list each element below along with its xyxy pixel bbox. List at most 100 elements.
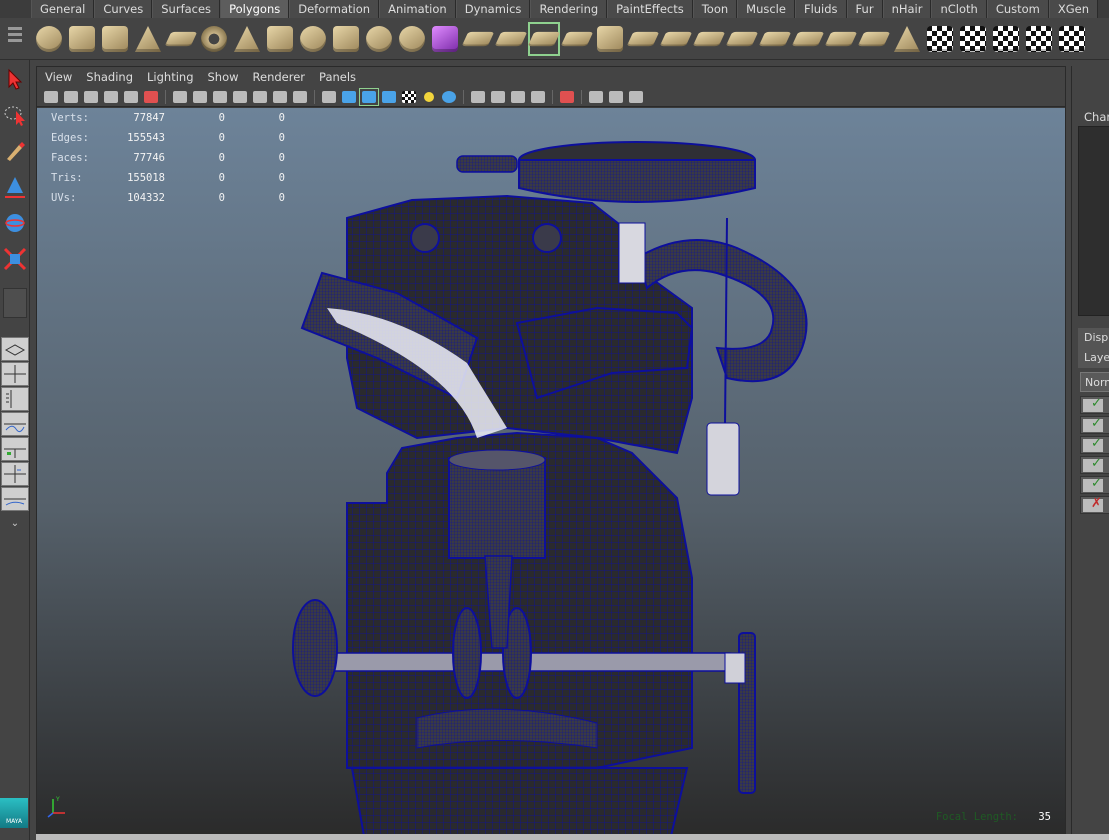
channel-box-title[interactable]: Chan [1084,110,1109,124]
shelf-tab-rendering[interactable]: Rendering [530,0,608,18]
last-tool-icon[interactable] [1,286,29,320]
depth-of-field-icon[interactable] [528,88,548,106]
poly-split-icon[interactable] [527,22,561,56]
2d-pan-zoom-icon[interactable] [121,88,141,106]
layer-visible-icon[interactable] [1083,456,1103,472]
layer-menu-tab[interactable]: Laye [1078,348,1109,368]
textured-icon[interactable] [399,88,419,106]
poly-triangulate-icon[interactable] [791,22,825,56]
layout-menu-chevron-icon[interactable]: ⌄ [1,513,29,533]
layer-visible-icon[interactable] [1083,396,1103,412]
move-tool-icon[interactable] [1,170,29,204]
image-plane-icon[interactable] [101,88,121,106]
poly-collapse-icon[interactable] [758,22,792,56]
shelf-tab-animation[interactable]: Animation [379,0,456,18]
gate-mask-icon[interactable] [230,88,250,106]
poly-sculpt-icon[interactable] [891,22,923,56]
poly-extrude-icon[interactable] [494,22,528,56]
uv-spherical-icon[interactable] [990,22,1022,56]
scale-tool-icon[interactable] [1,242,29,276]
field-chart-icon[interactable] [250,88,270,106]
poly-combine-icon[interactable] [330,22,362,56]
four-view-layout-icon[interactable] [1,362,29,386]
layer-row[interactable] [1080,436,1109,454]
uv-cylindrical-icon[interactable] [957,22,989,56]
resolution-gate-icon[interactable] [210,88,230,106]
poly-soccer-ball-icon[interactable] [297,22,329,56]
perspective-viewport[interactable]: Verts: 77847 0 0 Edges: 155543 0 0 Faces: 77746 0 0… [37,108,1065,839]
default-material-icon[interactable] [379,88,399,106]
shelf-tab-general[interactable]: General [31,0,95,18]
shelf-tab-surfaces[interactable]: Surfaces [152,0,221,18]
panel-menu-lighting[interactable]: Lighting [147,70,193,84]
poly-fill-hole-icon[interactable] [626,22,660,56]
shelf-tab-toon[interactable]: Toon [692,0,738,18]
panel-menu-shading[interactable]: Shading [86,70,133,84]
poly-cube-icon[interactable] [66,22,98,56]
poly-bridge-icon[interactable] [461,22,495,56]
persp-outliner-layout-icon[interactable] [1,387,29,411]
shelf-menu-icon[interactable] [4,24,26,56]
poly-wedge-icon[interactable] [692,22,726,56]
shelf-tab-curves[interactable]: Curves [94,0,153,18]
poly-bevel-icon[interactable] [594,22,626,56]
select-camera-icon[interactable] [41,88,61,106]
safe-title-icon[interactable] [290,88,310,106]
layer-row[interactable] [1080,496,1109,514]
xray-joints-icon[interactable] [626,88,646,106]
shelf-tab-fluids[interactable]: Fluids [794,0,847,18]
single-view-layout-icon[interactable] [1,337,29,361]
select-tool-icon[interactable] [1,62,29,96]
panel-menu-show[interactable]: Show [208,70,239,84]
persp-uv-layout-icon[interactable] [1,462,29,486]
poly-pyramid-icon[interactable] [231,22,263,56]
uv-automatic-icon[interactable] [1023,22,1055,56]
layer-mode-select[interactable]: Norm [1080,372,1109,392]
paint-select-tool-icon[interactable] [1,134,29,168]
uv-planar-icon[interactable] [924,22,956,56]
shadows-icon[interactable] [439,88,459,106]
shelf-tab-xgen[interactable]: XGen [1048,0,1099,18]
layer-visible-icon[interactable] [1083,436,1103,452]
display-layer-tab[interactable]: Displ [1078,328,1109,348]
layer-row[interactable] [1080,416,1109,434]
lights-icon[interactable] [419,88,439,106]
poly-pipe-icon[interactable] [264,22,296,56]
shelf-tab-deformation[interactable]: Deformation [289,0,380,18]
layer-visible-icon[interactable] [1083,416,1103,432]
xray-active-components-icon[interactable] [606,88,626,106]
poly-reduce-icon[interactable] [857,22,891,56]
layer-row[interactable] [1080,456,1109,474]
motion-blur-icon[interactable] [488,88,508,106]
camera-attributes-icon[interactable] [61,88,81,106]
poly-plane-icon[interactable] [164,22,198,56]
layer-row[interactable] [1080,476,1109,494]
poly-merge-icon[interactable] [560,22,594,56]
panel-menu-view[interactable]: View [45,70,72,84]
shelf-tab-ncloth[interactable]: nCloth [931,0,987,18]
poly-separate-icon[interactable] [363,22,395,56]
film-gate-icon[interactable] [190,88,210,106]
poly-quadrangulate-icon[interactable] [824,22,858,56]
grease-pencil-icon[interactable] [141,88,161,106]
hypershade-layout-icon[interactable] [1,437,29,461]
graph-layout-icon[interactable] [1,487,29,511]
uv-editor-icon[interactable] [1056,22,1088,56]
persp-graph-layout-icon[interactable] [1,412,29,436]
shelf-tab-painteffects[interactable]: PaintEffects [607,0,693,18]
poly-torus-icon[interactable] [198,22,230,56]
layer-row[interactable] [1080,396,1109,414]
smooth-shade-icon[interactable] [339,88,359,106]
shelf-tab-polygons[interactable]: Polygons [220,0,290,18]
poly-purple-cube-icon[interactable] [429,22,461,56]
poly-cone-icon[interactable] [132,22,164,56]
shelf-tab-muscle[interactable]: Muscle [737,0,795,18]
panel-menu-renderer[interactable]: Renderer [253,70,306,84]
poly-smooth-icon[interactable] [396,22,428,56]
shelf-tab-nhair[interactable]: nHair [882,0,932,18]
time-slider[interactable] [36,834,1109,840]
layer-visible-icon[interactable] [1083,476,1103,492]
grid-icon[interactable] [170,88,190,106]
wireframe-icon[interactable] [319,88,339,106]
lasso-tool-icon[interactable] [1,98,29,132]
